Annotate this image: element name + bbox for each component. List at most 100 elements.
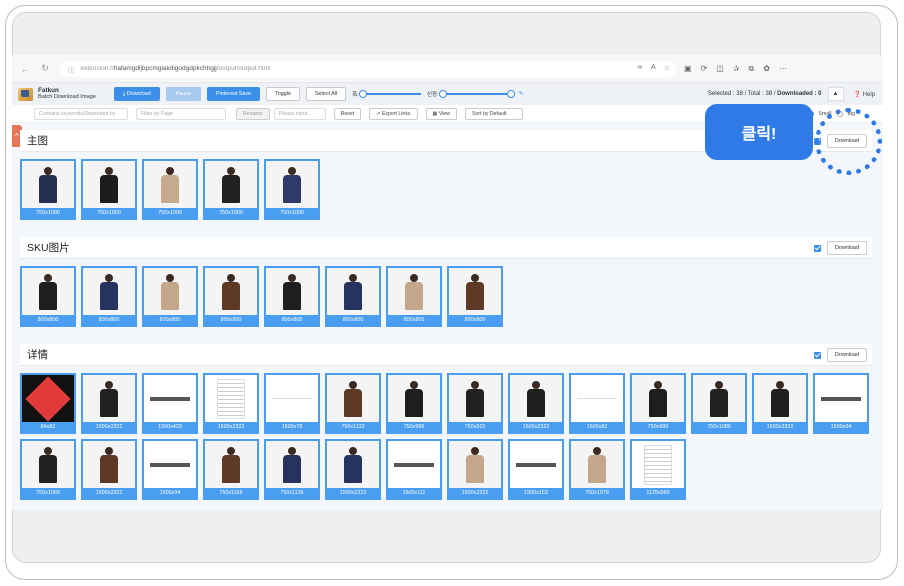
image-thumb[interactable]: 84x82 [20,373,76,434]
more-icon[interactable]: ⋯ [779,64,787,74]
image-thumb[interactable]: 1500x2322 [508,373,564,434]
image-thumb[interactable]: 750x990 [630,373,686,434]
read-aloud-icon[interactable]: ᅇ [637,64,643,74]
thumb-size-label: 1125x960 [632,488,684,498]
image-thumb[interactable]: 750x1079 [569,439,625,500]
thumb-image [144,375,196,422]
image-thumb[interactable]: 750x1000 [142,159,198,220]
refresh-icon[interactable]: ⟳ [701,64,708,74]
width-slider-handle[interactable] [358,90,367,98]
image-thumb[interactable]: 1500x82 [569,373,625,434]
reset-button[interactable]: Reset [333,107,362,120]
extensions-icon[interactable]: ▣ [684,64,692,74]
image-thumb[interactable]: 800x800 [325,266,381,327]
image-thumb[interactable]: 800x800 [447,266,503,327]
select-all-button[interactable]: Select All [305,87,347,101]
section-download-button[interactable]: Download [827,241,867,255]
copilot-icon[interactable]: ✿ [763,64,770,74]
thumb-size-label: 750x1000 [144,208,196,218]
thumb-size-label: 750x1155 [205,488,257,498]
image-thumb[interactable]: 1500x2322 [203,373,259,434]
image-thumb[interactable]: 1125x960 [630,439,686,500]
height-slider-handle-min[interactable] [438,90,447,98]
image-thumb[interactable]: 800x800 [264,266,320,327]
page-filter-select[interactable]: Filter by Page [136,107,226,120]
thumb-size-label: 800x800 [449,315,501,325]
image-thumb[interactable]: 1500x433 [142,373,198,434]
image-thumb[interactable]: 750x1155 [203,439,259,500]
thumb-image [83,161,135,208]
image-thumb[interactable]: 1500x2322 [81,373,137,434]
thumb-size-label: 750x996 [388,422,440,432]
section-checkbox[interactable] [814,351,822,359]
collapse-toggle[interactable]: ▲ [827,87,844,101]
image-thumb[interactable]: 1500x111 [386,439,442,500]
thumb-size-label: 750x1065 [22,488,74,498]
image-thumb[interactable]: 750x1000 [203,159,259,220]
pinterest-save-button[interactable]: Pinterest Save [207,87,261,101]
image-thumb[interactable]: 750x915 [447,373,503,434]
selection-summary: Selected : 38 / Total : 38 / Downloaded … [707,91,822,97]
image-thumb[interactable]: 750x1000 [264,159,320,220]
section-download-button[interactable]: Download [827,348,867,362]
thumb-image [815,375,867,422]
thumb-image [510,375,562,422]
image-thumb[interactable]: 1500x153 [508,439,564,500]
image-thumb[interactable]: 1500x2322 [81,439,137,500]
thumb-size-label: 1500x2322 [754,422,806,432]
thumb-size-label: 750x1000 [22,208,74,218]
thumb-image [388,375,440,422]
pause-button[interactable]: Pause [165,87,201,101]
image-thumb[interactable]: 800x800 [203,266,259,327]
image-thumb[interactable]: 750x996 [386,373,442,434]
thumb-size-label: 800x800 [205,315,257,325]
image-thumb[interactable]: 750x1136 [264,439,320,500]
brand-subtitle: Batch Download Image [38,94,96,100]
width-slider[interactable] [358,90,421,98]
thumb-image [83,441,135,488]
toggle-button[interactable]: Toggle [266,87,300,101]
section-checkbox[interactable] [814,244,822,252]
export-links-button[interactable]: ⇗ Export Links [369,107,418,120]
height-label: 신장: [426,92,439,98]
rename-button[interactable]: Rename [236,107,270,120]
view-button[interactable]: ▦ View [425,107,458,120]
image-thumb[interactable]: 800x800 [81,266,137,327]
split-screen-icon[interactable]: ◫ [716,64,724,74]
thumb-size-label: 800x800 [144,315,196,325]
image-thumb[interactable]: 750x1085 [691,373,747,434]
image-thumb[interactable]: 800x800 [386,266,442,327]
download-button[interactable]: ⤓ Download [113,87,160,101]
image-thumb[interactable]: 1500x2322 [447,439,503,500]
image-thumb[interactable]: 1500x94 [142,439,198,500]
section-detail-images: 详情 Download 84x82 1500x2322 1500x433 1500x2… [20,344,872,500]
click-callout: 클릭! [705,104,813,160]
help-link[interactable]: ❓ Help [854,91,875,98]
keyword-filter-input[interactable]: Contains keywords(Separated by [34,107,128,120]
rename-input[interactable]: Please input [273,107,326,120]
height-slider-handle-max[interactable] [506,90,515,98]
back-icon[interactable]: ← [18,64,32,74]
image-thumb[interactable]: 750x1065 [20,439,76,500]
image-thumb[interactable]: 1500x94 [813,373,869,434]
url-field[interactable]: ⓘ extension:// hafamgdljbpcmgiakdigodgdp… [60,60,676,77]
reload-icon[interactable]: ↻ [38,63,52,74]
favorites-bar-icon[interactable]: ✰ [733,64,740,74]
sort-select[interactable]: Sort by Default [465,107,524,120]
image-thumb[interactable]: 750x1000 [81,159,137,220]
image-thumb[interactable]: 1500x2322 [325,439,381,500]
thumb-size-label: 750x1136 [266,488,318,498]
image-thumb[interactable]: 750x1133 [325,373,381,434]
image-thumb[interactable]: 750x1000 [20,159,76,220]
thumb-size-label: 750x1133 [327,422,379,432]
image-thumb[interactable]: 1500x2322 [752,373,808,434]
collections-icon[interactable]: ⧉ [749,64,755,74]
image-thumb[interactable]: 1500x78 [264,373,320,434]
height-slider[interactable] [438,90,515,98]
edit-icon[interactable]: ✎ [519,91,524,97]
image-thumb[interactable]: 800x800 [142,266,198,327]
text-size-icon[interactable]: A [651,64,656,74]
info-icon[interactable]: ⓘ [68,64,75,74]
image-thumb[interactable]: 800x800 [20,266,76,327]
favorite-icon[interactable]: ☆ [664,64,670,74]
